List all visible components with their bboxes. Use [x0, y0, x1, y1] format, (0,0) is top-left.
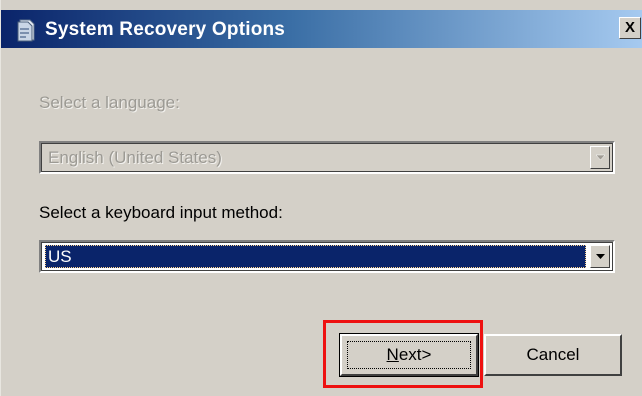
title-bar[interactable]: System Recovery Options — [1, 10, 642, 48]
keyboard-label: Select a keyboard input method: — [39, 203, 283, 222]
language-dropdown-button — [590, 146, 610, 169]
cancel-button[interactable]: Cancel — [484, 334, 622, 376]
language-select: English (United States) — [39, 141, 615, 174]
window-title: System Recovery Options — [45, 19, 286, 40]
next-button-highlight — [323, 320, 483, 388]
recovery-icon — [15, 18, 37, 42]
close-button[interactable]: X — [619, 17, 641, 39]
language-label: Select a language: — [39, 93, 180, 112]
keyboard-select[interactable]: US — [39, 240, 615, 273]
keyboard-select-value[interactable]: US — [45, 245, 586, 268]
chevron-down-icon — [595, 154, 606, 161]
chevron-down-icon — [596, 254, 605, 259]
system-recovery-dialog: System Recovery Options X Select a langu… — [0, 0, 642, 396]
keyboard-dropdown-button[interactable] — [590, 245, 610, 268]
cancel-button-label: Cancel — [526, 345, 580, 364]
close-icon: X — [624, 19, 635, 36]
language-select-value: English (United States) — [48, 148, 222, 167]
